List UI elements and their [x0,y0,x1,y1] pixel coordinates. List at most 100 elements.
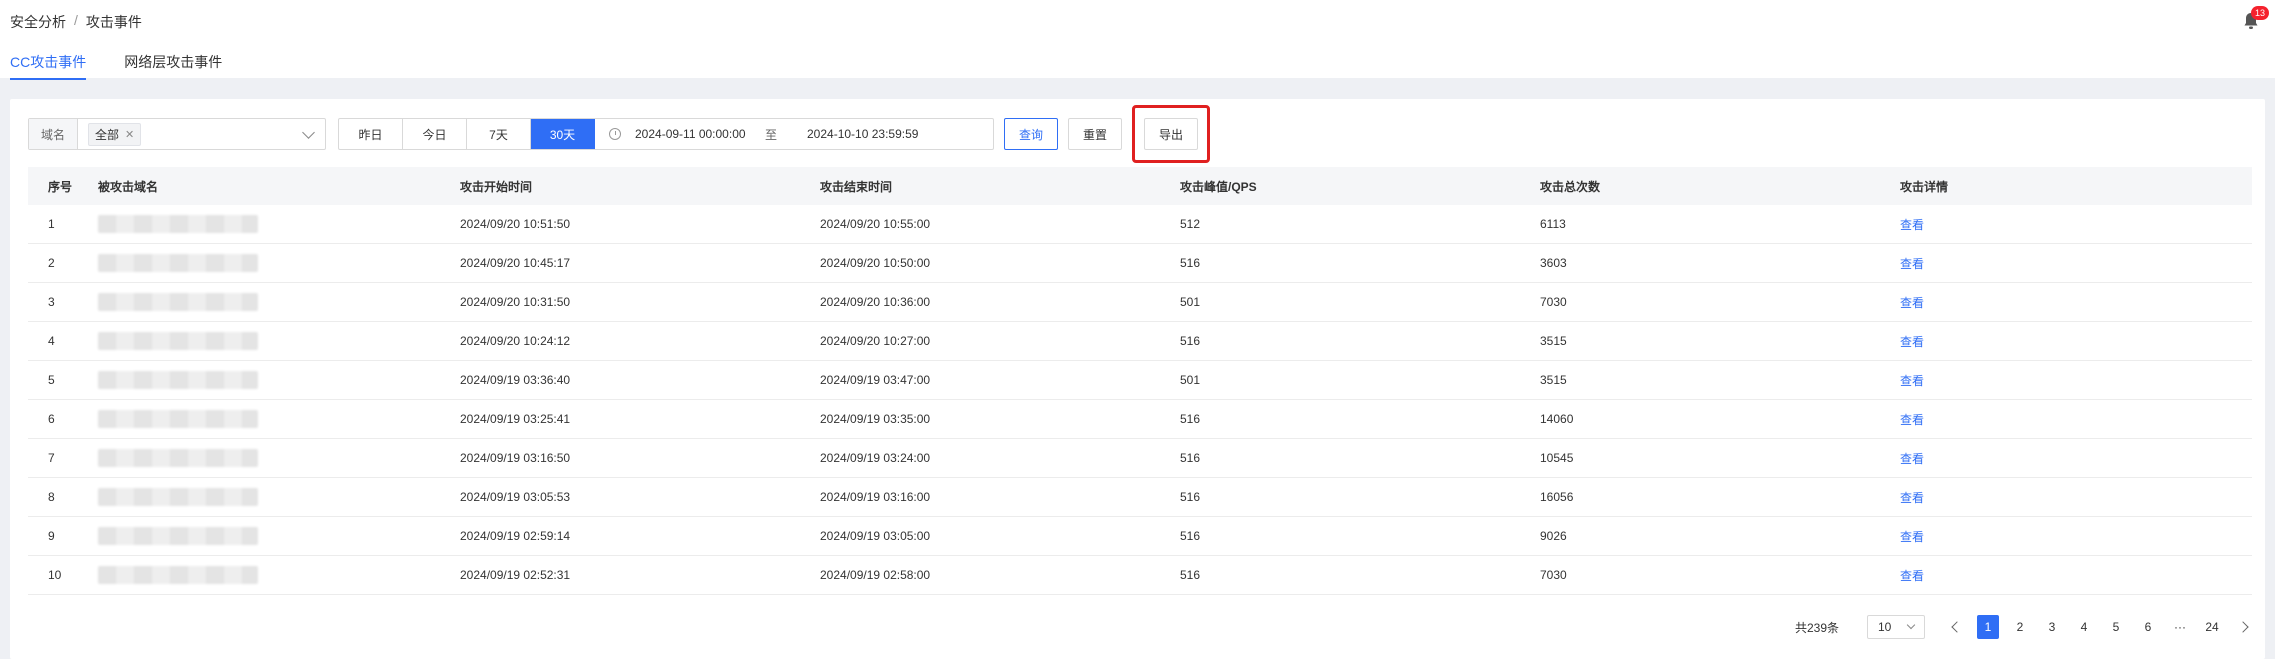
row-domain-cell [78,555,440,595]
view-detail-link[interactable]: 查看 [1900,374,1924,388]
row-peak-qps: 516 [1180,529,1201,543]
row-end-time: 2024/09/19 03:16:00 [820,490,931,504]
tab-cc-attack[interactable]: CC攻击事件 [10,52,87,80]
table-row: 2 2024/09/20 10:45:17 2024/09/20 10:50:00 5… [28,243,2252,283]
page-2-button[interactable]: 2 [2009,615,2031,639]
range-yesterday-button[interactable]: 昨日 [339,119,403,149]
row-no-cell: 9 [28,516,78,556]
page-1-button[interactable]: 1 [1977,615,1999,639]
export-button[interactable]: 导出 [1144,118,1199,150]
row-peak-qps-cell: 512 [1160,205,1520,244]
range-today-button[interactable]: 今日 [403,119,467,149]
row-start-time: 2024/09/20 10:51:50 [460,217,571,231]
page-6-button[interactable]: 6 [2137,615,2159,639]
row-total-count-cell: 3603 [1520,243,1880,283]
range-30d-button[interactable]: 30天 [531,119,595,149]
row-total-count: 10545 [1540,451,1574,465]
row-start-time: 2024/09/20 10:45:17 [460,256,571,270]
reset-button[interactable]: 重置 [1068,118,1123,150]
blurred-domain [98,254,258,272]
table-row: 5 2024/09/19 03:36:40 2024/09/19 03:47:00 5… [28,360,2252,400]
row-no: 1 [48,217,55,231]
view-detail-link[interactable]: 查看 [1900,569,1924,583]
page-5-button[interactable]: 5 [2105,615,2127,639]
date-end-input[interactable]: 2024-10-10 23:59:59 [807,127,927,141]
row-domain-cell [78,516,440,556]
view-detail-link-cell: 查看 [1880,360,2252,400]
row-start-time-cell: 2024/09/20 10:31:50 [440,282,800,322]
date-range-picker[interactable]: 2024-09-11 00:00:00 至 2024-10-10 23:59:5… [595,119,993,149]
tag-close-icon[interactable]: ✕ [125,128,134,141]
row-start-time-cell: 2024/09/20 10:45:17 [440,243,800,283]
row-start-time-cell: 2024/09/19 03:36:40 [440,360,800,400]
row-total-count: 7030 [1540,295,1567,309]
row-start-time: 2024/09/20 10:24:12 [460,334,571,348]
page-4-button[interactable]: 4 [2073,615,2095,639]
col-header-peak: 攻击峰值/QPS [1160,167,1520,205]
breadcrumb: 安全分析 / 攻击事件 [10,12,142,32]
domain-select[interactable]: 全部 ✕ [78,119,325,149]
page-3-button[interactable]: 3 [2041,615,2063,639]
export-highlight: 导出 [1132,105,1211,163]
breadcrumb-parent[interactable]: 安全分析 [10,12,66,32]
row-total-count-cell: 9026 [1520,516,1880,556]
view-detail-link[interactable]: 查看 [1900,413,1924,427]
blurred-domain [98,293,258,311]
row-end-time-cell: 2024/09/19 03:47:00 [800,360,1160,400]
view-detail-link[interactable]: 查看 [1900,452,1924,466]
row-peak-qps-cell: 516 [1160,399,1520,439]
row-peak-qps-cell: 516 [1160,477,1520,517]
blurred-domain [98,215,258,233]
row-peak-qps: 516 [1180,334,1201,348]
page-size-select[interactable]: 10 [1867,615,1925,639]
top-header: 安全分析 / 攻击事件 13 CC攻击事件 网络层攻击事件 [0,0,2275,80]
table-row: 3 2024/09/20 10:31:50 2024/09/20 10:36:00 5… [28,282,2252,322]
row-end-time: 2024/09/19 02:58:00 [820,568,931,582]
row-no-cell: 10 [28,555,78,595]
view-detail-link[interactable]: 查看 [1900,335,1924,349]
view-detail-link[interactable]: 查看 [1900,530,1924,544]
row-end-time: 2024/09/19 03:35:00 [820,412,931,426]
row-end-time-cell: 2024/09/19 02:58:00 [800,555,1160,595]
row-peak-qps: 512 [1180,217,1201,231]
row-no-cell: 5 [28,360,78,400]
chevron-down-icon[interactable] [302,126,315,139]
row-peak-qps-cell: 516 [1160,243,1520,283]
view-detail-link[interactable]: 查看 [1900,218,1924,232]
date-start-input[interactable]: 2024-09-11 00:00:00 [635,127,765,141]
row-no: 4 [48,334,55,348]
next-page-icon[interactable] [2237,621,2249,633]
row-start-time-cell: 2024/09/19 02:59:14 [440,516,800,556]
row-end-time-cell: 2024/09/19 03:05:00 [800,516,1160,556]
view-detail-link[interactable]: 查看 [1900,296,1924,310]
view-detail-link[interactable]: 查看 [1900,257,1924,271]
row-total-count: 16056 [1540,490,1574,504]
view-detail-link[interactable]: 查看 [1900,491,1924,505]
col-header-end: 攻击结束时间 [800,167,1160,205]
row-total-count-cell: 3515 [1520,321,1880,361]
range-7d-button[interactable]: 7天 [467,119,531,149]
page-ellipsis[interactable]: ··· [2169,615,2191,639]
filter-bar: 域名 全部 ✕ 昨日 今日 7天 30天 2024-09-11 00:00:00… [28,105,1211,163]
row-end-time: 2024/09/20 10:36:00 [820,295,931,309]
tab-network-attack[interactable]: 网络层攻击事件 [124,52,222,78]
row-domain-cell [78,399,440,439]
col-header-total: 攻击总次数 [1520,167,1880,205]
row-domain-cell [78,243,440,283]
query-button[interactable]: 查询 [1004,118,1059,150]
table-row: 4 2024/09/20 10:24:12 2024/09/20 10:27:00 5… [28,321,2252,361]
blurred-domain [98,527,258,545]
prev-page-icon[interactable] [1951,621,1963,633]
domain-filter: 域名 全部 ✕ [28,118,326,150]
clock-icon [609,128,621,140]
row-total-count-cell: 16056 [1520,477,1880,517]
row-end-time-cell: 2024/09/19 03:24:00 [800,438,1160,478]
page-last-button[interactable]: 24 [2201,615,2223,639]
chevron-down-icon [1906,620,1916,630]
row-start-time: 2024/09/19 03:05:53 [460,490,571,504]
notification-badge: 13 [2251,6,2269,20]
row-peak-qps: 501 [1180,373,1201,387]
table-row: 1 2024/09/20 10:51:50 2024/09/20 10:55:00 5… [28,205,2252,244]
row-no-cell: 7 [28,438,78,478]
row-end-time-cell: 2024/09/20 10:55:00 [800,205,1160,244]
